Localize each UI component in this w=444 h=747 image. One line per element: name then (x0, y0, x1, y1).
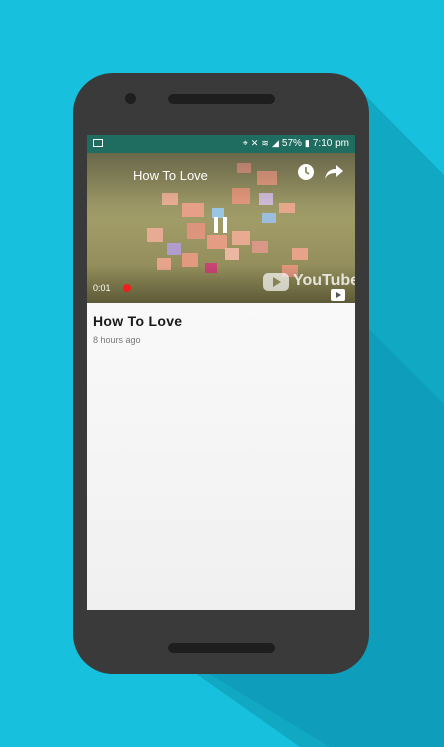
signal-icon: ◢ (271, 138, 279, 148)
phone-frame: ⌖ ✕ ≋ ◢ 57% ▮ 7:10 pm How To Love 0:01 Y… (73, 73, 369, 674)
content-area (87, 303, 355, 610)
youtube-watermark: YouTube (293, 272, 355, 289)
image-notification-icon (93, 139, 103, 147)
elapsed-time: 0:01 (93, 283, 111, 293)
share-icon[interactable] (324, 163, 344, 181)
location-icon: ⌖ (242, 138, 248, 148)
video-title: How To Love (133, 168, 208, 183)
content-title: How To Love (93, 313, 183, 329)
phone-screen: ⌖ ✕ ≋ ◢ 57% ▮ 7:10 pm How To Love 0:01 Y… (87, 135, 355, 610)
watch-later-icon[interactable] (297, 163, 315, 181)
top-speaker (168, 94, 275, 104)
youtube-play-icon (263, 273, 289, 291)
pause-icon[interactable] (214, 217, 228, 233)
open-in-app-icon[interactable] (331, 289, 345, 301)
posted-time: 8 hours ago (93, 335, 141, 345)
front-camera (125, 93, 136, 104)
bottom-speaker (168, 643, 275, 653)
seek-scrubber[interactable] (123, 284, 131, 292)
battery-percent: 57% (281, 137, 302, 149)
video-player[interactable]: How To Love 0:01 YouTube (87, 153, 355, 303)
status-bar: ⌖ ✕ ≋ ◢ 57% ▮ 7:10 pm (87, 135, 355, 153)
mute-icon: ✕ (250, 138, 259, 148)
battery-icon: ▮ (304, 138, 310, 148)
wifi-icon: ≋ (261, 138, 269, 148)
status-time: 7:10 pm (312, 137, 349, 149)
